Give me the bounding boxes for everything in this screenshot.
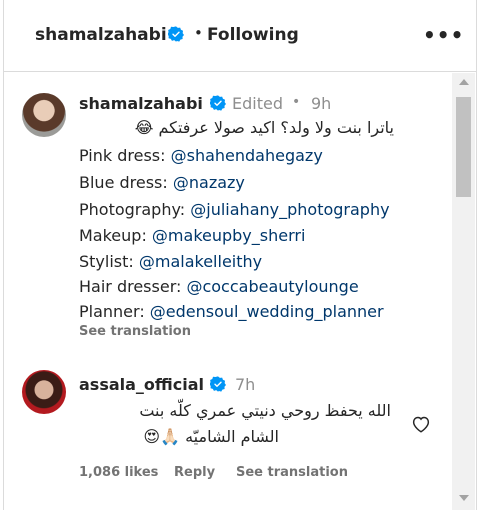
credit-line: Photography: @juliahany_photography xyxy=(79,200,390,219)
scroll-down-arrow-icon[interactable] xyxy=(459,495,469,501)
comment-timestamp[interactable]: 7h xyxy=(235,375,255,394)
following-button[interactable]: Following xyxy=(207,25,299,45)
mention-link[interactable]: @coccabeautylounge xyxy=(186,277,358,296)
credit-label: Stylist: xyxy=(79,252,139,271)
header-username[interactable]: shamalzahabi xyxy=(35,25,167,45)
avatar[interactable] xyxy=(22,93,66,137)
verified-badge-icon xyxy=(168,26,184,46)
credit-line: Blue dress: @nazazy xyxy=(79,173,245,192)
header-separator: • xyxy=(194,24,203,42)
comment-timestamp[interactable]: 9h xyxy=(311,94,331,113)
credit-line: Makeup: @makeupby_sherri xyxy=(79,226,305,245)
credit-line: Planner: @edensoul_wedding_planner xyxy=(79,302,384,321)
scrollbar[interactable] xyxy=(452,73,475,510)
comment-username[interactable]: shamalzahabi xyxy=(79,94,203,113)
credit-label: Planner: xyxy=(79,302,150,321)
mention-link[interactable]: @malakelleithy xyxy=(139,252,262,271)
edited-label: Edited xyxy=(232,94,283,113)
verified-badge-icon xyxy=(210,376,226,396)
mention-link[interactable]: @shahendahegazy xyxy=(171,146,323,165)
heart-icon[interactable] xyxy=(411,415,431,437)
post-header: shamalzahabi • Following ••• xyxy=(4,0,476,72)
meta-separator: • xyxy=(292,94,301,110)
credit-label: Makeup: xyxy=(79,226,152,245)
more-options-icon[interactable]: ••• xyxy=(423,23,464,47)
comment-text-line: الله يحفظ روحي دنيتي عمري كلّه بنت xyxy=(139,401,391,420)
avatar[interactable] xyxy=(22,370,66,414)
verified-badge-icon xyxy=(210,95,226,115)
mention-link[interactable]: @juliahany_photography xyxy=(190,200,389,219)
credit-label: Pink dress: xyxy=(79,146,171,165)
scroll-up-arrow-icon[interactable] xyxy=(459,79,469,85)
credit-line: Hair dresser: @coccabeautylounge xyxy=(79,277,359,296)
credit-line: Stylist: @malakelleithy xyxy=(79,252,262,271)
mention-link[interactable]: @nazazy xyxy=(173,173,245,192)
comments-list: shamalzahabi Edited • 9h ياترا بنت ولا و… xyxy=(4,73,444,510)
see-translation-button[interactable]: See translation xyxy=(236,465,348,480)
credit-line: Pink dress: @shahendahegazy xyxy=(79,146,323,165)
credit-label: Blue dress: xyxy=(79,173,173,192)
credit-label: Hair dresser: xyxy=(79,277,187,296)
credit-label: Photography: xyxy=(79,200,191,219)
mention-link[interactable]: @makeupby_sherri xyxy=(152,226,306,245)
likes-count[interactable]: 1,086 likes xyxy=(79,465,158,480)
see-translation-button[interactable]: See translation xyxy=(79,324,191,339)
comment-text-line: الشام الشاميّه 🙏🏻😍 xyxy=(143,427,279,446)
comments-panel: shamalzahabi • Following ••• shamalzahab… xyxy=(3,0,477,510)
reply-button[interactable]: Reply xyxy=(174,465,215,480)
scrollbar-thumb[interactable] xyxy=(456,97,471,197)
mention-link[interactable]: @edensoul_wedding_planner xyxy=(150,302,384,321)
caption-arabic-text: ياترا بنت ولا ولد؟ اكيد صولا عرفتكم 😂 xyxy=(134,118,394,137)
comment-username[interactable]: assala_official xyxy=(79,375,204,394)
